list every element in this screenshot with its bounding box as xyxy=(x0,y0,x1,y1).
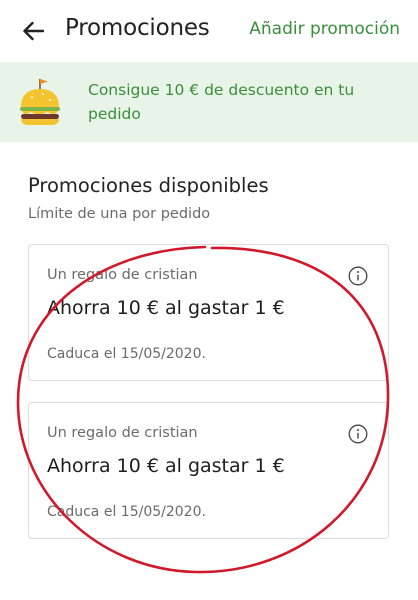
back-button[interactable] xyxy=(16,14,50,48)
promotion-sender: Un regalo de cristian xyxy=(47,267,198,283)
promotion-card[interactable]: Un regalo de cristian Ahorra 10 € al gas… xyxy=(28,402,389,539)
arrow-left-icon xyxy=(23,21,44,41)
section-subtitle: Límite de una por pedido xyxy=(28,206,211,222)
promotion-expiry: Caduca el 15/05/2020. xyxy=(47,504,206,520)
promotion-sender: Un regalo de cristian xyxy=(47,425,198,441)
add-promotion-button[interactable]: Añadir promoción xyxy=(249,19,400,39)
promotion-title: Ahorra 10 € al gastar 1 € xyxy=(47,455,285,477)
info-icon[interactable] xyxy=(348,266,368,286)
discount-banner[interactable]: Consigue 10 € de descuento en tu pedido xyxy=(0,62,418,142)
info-icon[interactable] xyxy=(348,424,368,444)
section-title: Promociones disponibles xyxy=(28,174,269,197)
top-app-bar: Promociones Añadir promoción xyxy=(0,0,418,62)
page-title: Promociones xyxy=(65,15,210,41)
burger-flag-icon xyxy=(20,79,60,125)
promotion-title: Ahorra 10 € al gastar 1 € xyxy=(47,297,285,319)
banner-text: Consigue 10 € de descuento en tu pedido xyxy=(88,81,355,123)
promotion-expiry: Caduca el 15/05/2020. xyxy=(47,346,206,362)
promotion-card[interactable]: Un regalo de cristian Ahorra 10 € al gas… xyxy=(28,244,389,381)
